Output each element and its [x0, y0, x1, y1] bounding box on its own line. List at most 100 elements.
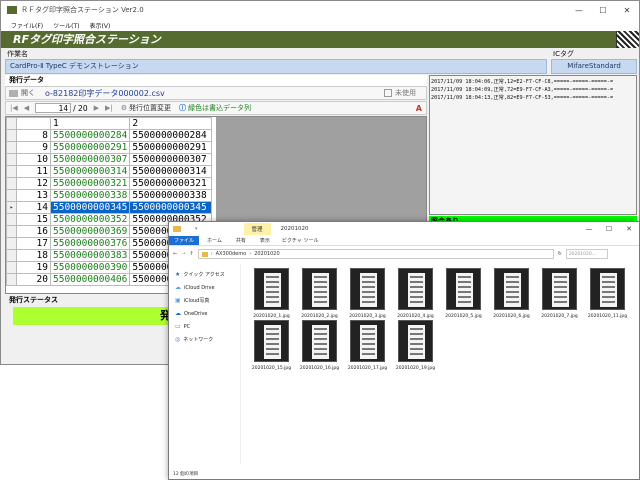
table-row[interactable]: 12 5500000000321 5500000000321: [6, 177, 213, 190]
cell-print-data[interactable]: 5500000000291: [129, 141, 213, 154]
file-thumbnail[interactable]: 20201020_7.jpg: [539, 268, 580, 319]
row-header[interactable]: [6, 153, 17, 166]
page-current-input[interactable]: 14: [35, 103, 72, 113]
manage-tab[interactable]: 管理: [243, 223, 271, 235]
cell-print-data[interactable]: 5500000000345: [129, 201, 213, 214]
row-header[interactable]: [6, 165, 17, 178]
file-thumbnail[interactable]: 20201020_3.jpg: [347, 268, 388, 319]
cell-write-data[interactable]: 5500000000284: [49, 129, 131, 142]
file-thumbnail[interactable]: 20201020_17.jpg: [347, 320, 388, 371]
breadcrumb-20201020[interactable]: 20201020: [254, 251, 279, 257]
file-thumbnail[interactable]: 20201020_15.jpg: [251, 320, 292, 371]
nav-last-button[interactable]: ▶|: [105, 104, 113, 112]
font-size-icon[interactable]: A: [416, 104, 422, 113]
ribbon-tab-home[interactable]: ホーム: [207, 237, 222, 244]
grid-header-1[interactable]: 1: [49, 117, 131, 130]
row-number: 11: [16, 165, 51, 178]
cell-write-data[interactable]: 5500000000376: [49, 237, 131, 250]
row-header[interactable]: [6, 273, 17, 286]
cell-print-data[interactable]: 5500000000321: [129, 177, 213, 190]
nav-first-button[interactable]: |◀: [10, 104, 18, 112]
nav-item[interactable]: ★ クイック アクセス: [175, 268, 240, 281]
file-thumbnail[interactable]: 20201020_5.jpg: [443, 268, 484, 319]
cell-write-data[interactable]: 5500000000321: [49, 177, 131, 190]
file-name-label: 20201020_5.jpg: [445, 314, 482, 319]
row-header[interactable]: [6, 261, 17, 274]
cell-write-data[interactable]: 5500000000352: [49, 213, 131, 226]
cell-write-data[interactable]: 5500000000369: [49, 225, 131, 238]
explorer-maximize-button[interactable]: ☐: [599, 225, 619, 233]
file-name-label: 20201020_19.jpg: [395, 366, 436, 371]
ribbon-tab-picture-tools[interactable]: ピクチャ ツール: [282, 237, 319, 244]
cell-print-data[interactable]: 5500000000284: [129, 129, 213, 142]
menu-file[interactable]: ファイル(F): [11, 21, 43, 30]
cell-write-data[interactable]: 5500000000307: [49, 153, 131, 166]
table-row[interactable]: 10 5500000000307 5500000000307: [6, 153, 213, 166]
file-thumbnail[interactable]: 20201020_19.jpg: [395, 320, 436, 371]
table-row[interactable]: 9 5500000000291 5500000000291: [6, 141, 213, 154]
change-position-button[interactable]: 発行位置変更: [129, 103, 171, 113]
ribbon-tab-view[interactable]: 表示: [260, 237, 270, 244]
cell-write-data[interactable]: 5500000000338: [49, 189, 131, 202]
explorer-close-button[interactable]: ✕: [619, 225, 639, 233]
cell-write-data[interactable]: 5500000000390: [49, 261, 131, 274]
table-row[interactable]: 11 5500000000314 5500000000314: [6, 165, 213, 178]
row-number: 18: [16, 249, 51, 262]
cell-write-data[interactable]: 5500000000383: [49, 249, 131, 262]
table-row[interactable]: 8 5500000000284 5500000000284: [6, 129, 213, 142]
row-header[interactable]: [6, 177, 17, 190]
refresh-icon[interactable]: ↻: [558, 251, 562, 257]
cell-write-data[interactable]: 5500000000345: [49, 201, 131, 214]
row-header[interactable]: [6, 141, 17, 154]
close-button[interactable]: ✕: [615, 6, 639, 15]
nav-prev-button[interactable]: ◀: [24, 104, 29, 112]
row-number: 17: [16, 237, 51, 250]
nav-next-button[interactable]: ▶: [94, 104, 99, 112]
row-header[interactable]: [6, 225, 17, 238]
table-row[interactable]: 13 5500000000338 5500000000338: [6, 189, 213, 202]
table-row[interactable]: ▸ 14 5500000000345 5500000000345: [6, 201, 213, 214]
file-thumbnail[interactable]: 20201020_11.jpg: [587, 268, 628, 319]
cell-write-data[interactable]: 5500000000406: [49, 273, 131, 286]
row-header[interactable]: [6, 189, 17, 202]
file-thumbnail[interactable]: 20201020_2.jpg: [299, 268, 340, 319]
cell-write-data[interactable]: 5500000000314: [49, 165, 131, 178]
explorer-minimize-button[interactable]: —: [579, 225, 599, 233]
app-banner: RFタグ印字照合ステーション: [1, 31, 639, 48]
row-header[interactable]: [6, 213, 17, 226]
back-arrow-icon[interactable]: ←: [173, 251, 177, 257]
menu-view[interactable]: 表示(V): [90, 21, 111, 30]
image-preview: [590, 268, 625, 310]
explorer-window: ▾ 管理 20201020 — ☐ ✕ ファイル ホーム 共有 表示 ピクチャ …: [168, 221, 640, 480]
maximize-button[interactable]: ☐: [591, 6, 615, 15]
file-thumbnail[interactable]: 20201020_4.jpg: [395, 268, 436, 319]
file-thumbnail[interactable]: 20201020_6.jpg: [491, 268, 532, 319]
row-number: 12: [16, 177, 51, 190]
minimize-button[interactable]: —: [567, 6, 591, 15]
cell-print-data[interactable]: 5500000000338: [129, 189, 213, 202]
file-thumbnail[interactable]: 20201020_1.jpg: [251, 268, 292, 319]
cell-write-data[interactable]: 5500000000291: [49, 141, 131, 154]
nav-item[interactable]: ◎ ネットワーク: [175, 333, 240, 346]
open-button[interactable]: 開く: [21, 88, 35, 98]
nav-item[interactable]: ☁ OneDrive: [175, 307, 240, 320]
row-header[interactable]: [6, 129, 17, 142]
nav-item[interactable]: ▭ PC: [175, 320, 240, 333]
cell-print-data[interactable]: 5500000000307: [129, 153, 213, 166]
cell-print-data[interactable]: 5500000000314: [129, 165, 213, 178]
file-thumbnail[interactable]: 20201020_16.jpg: [299, 320, 340, 371]
row-header[interactable]: [6, 249, 17, 262]
breadcrumb-ax300demo[interactable]: AX300demo: [216, 251, 247, 257]
grid-header-2[interactable]: 2: [129, 117, 213, 130]
ribbon-tab-share[interactable]: 共有: [236, 237, 246, 244]
forward-arrow-icon[interactable]: →: [181, 251, 185, 257]
nav-item[interactable]: ▣ iCloud写真: [175, 294, 240, 307]
issue-data-label: 発行データ: [5, 75, 427, 86]
search-input[interactable]: 20201020...: [565, 249, 608, 259]
up-arrow-icon[interactable]: ↑: [189, 251, 193, 257]
ribbon-tab-file[interactable]: ファイル: [169, 236, 200, 245]
menu-tools[interactable]: ツール(T): [53, 21, 79, 30]
nav-item[interactable]: ☁ iCloud Drive: [175, 281, 240, 294]
row-header[interactable]: ▸: [6, 201, 17, 214]
row-header[interactable]: [6, 237, 17, 250]
